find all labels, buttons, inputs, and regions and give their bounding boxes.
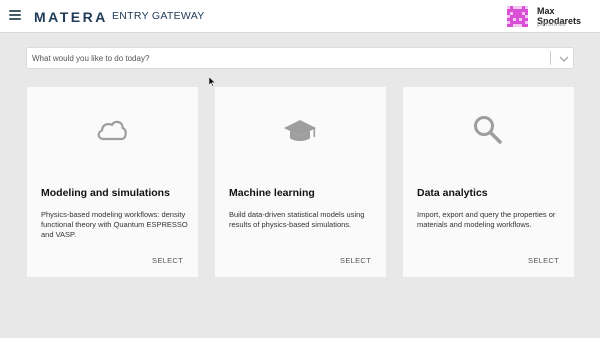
cloud-icon [97, 120, 127, 141]
account-type: personal [537, 19, 566, 28]
avatar[interactable] [507, 6, 528, 27]
card-modeling-simulations[interactable]: Modeling and simulations Physics-based m… [27, 87, 198, 277]
app-logo[interactable]: MATERA [34, 9, 108, 25]
card-machine-learning[interactable]: Machine learning Build data-driven stati… [215, 87, 386, 277]
card-title: Machine learning [229, 187, 315, 199]
card-title: Modeling and simulations [41, 187, 170, 199]
select-button[interactable]: SELECT [528, 256, 559, 265]
search-input[interactable] [32, 51, 542, 66]
card-description: Physics-based modeling workflows: densit… [41, 210, 188, 239]
graduation-cap-icon [284, 120, 316, 141]
select-button[interactable]: SELECT [152, 256, 183, 265]
select-button[interactable]: SELECT [340, 256, 371, 265]
card-description: Import, export and query the properties … [417, 210, 556, 229]
hamburger-menu-icon[interactable] [9, 10, 21, 20]
card-description: Build data-driven statistical models usi… [229, 210, 365, 229]
mouse-cursor-icon [209, 77, 216, 87]
search-select[interactable] [26, 47, 574, 69]
top-app-bar: MATERA ENTRY GATEWAY Max Spodarets perso… [0, 0, 600, 33]
card-title: Data analytics [417, 187, 488, 199]
search-divider [550, 51, 551, 65]
magnifier-icon [474, 116, 502, 144]
card-data-analytics[interactable]: Data analytics Import, export and query … [403, 87, 574, 277]
app-subtitle: ENTRY GATEWAY [112, 10, 205, 22]
chevron-down-icon[interactable] [558, 54, 570, 64]
